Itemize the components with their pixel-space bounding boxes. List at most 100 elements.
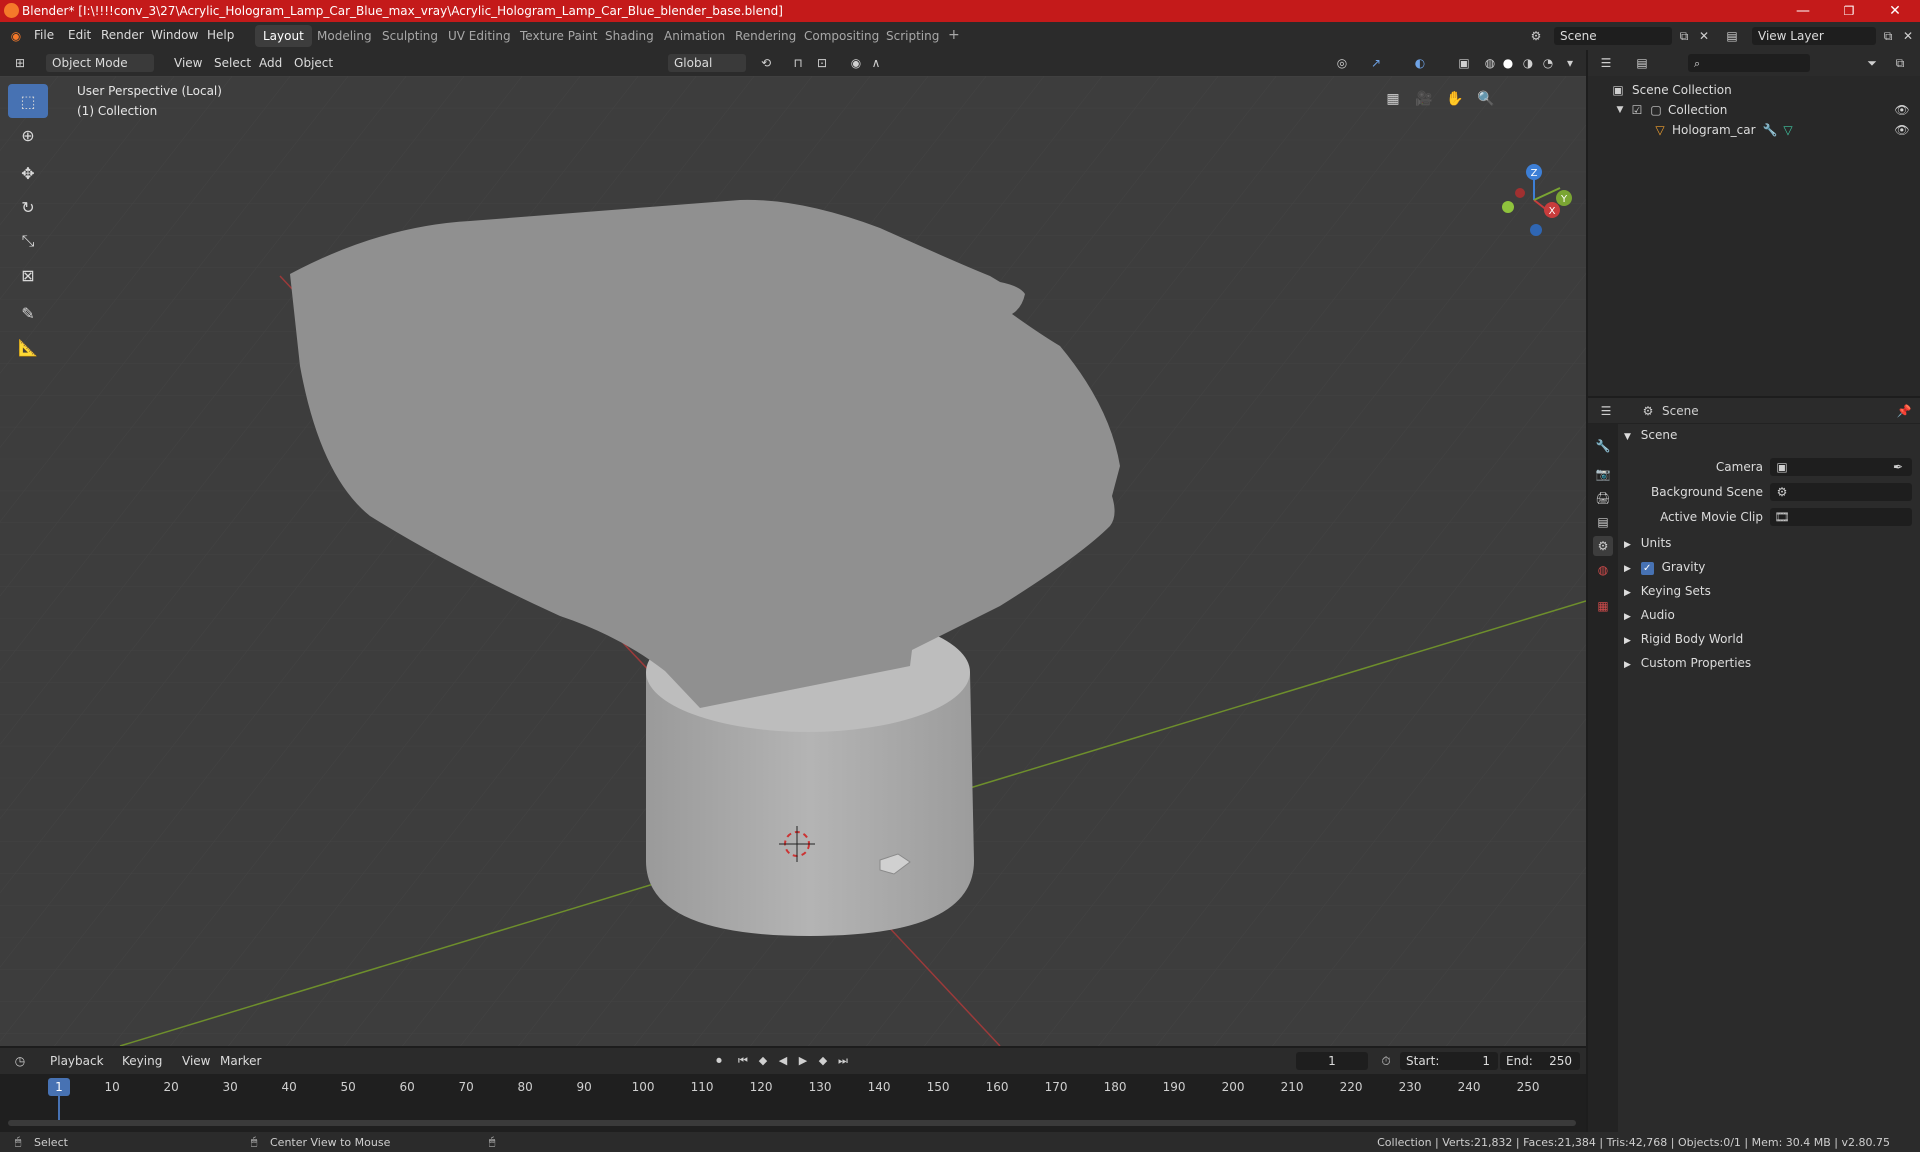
outliner-search-input[interactable]: ⌕ xyxy=(1688,54,1810,72)
tab-shading[interactable]: Shading xyxy=(597,25,662,47)
mode-dropdown[interactable]: Object Mode xyxy=(46,54,154,72)
gizmo-neg-y-handle[interactable] xyxy=(1502,201,1514,213)
tab-scripting[interactable]: Scripting xyxy=(878,25,947,47)
new-collection-icon[interactable]: ⧉ xyxy=(1892,55,1908,71)
tab-animation[interactable]: Animation xyxy=(656,25,733,47)
modifier-wrench-icon[interactable]: 🔧 xyxy=(1762,122,1778,138)
add-workspace-button[interactable]: + xyxy=(942,25,966,47)
3d-viewport[interactable]: Z X Y ⬚ ⊕ ✥ ↻ ⤡ ⊠ ✎ 📐 User Perspective (… xyxy=(0,76,1586,1046)
solid-shading-icon[interactable]: ● xyxy=(1500,55,1516,71)
tab-sculpting[interactable]: Sculpting xyxy=(374,25,446,47)
tab-compositing[interactable]: Compositing xyxy=(796,25,887,47)
tab-texture-paint[interactable]: Texture Paint xyxy=(512,25,605,47)
collection-visibility-eye-icon[interactable]: 👁 xyxy=(1894,102,1910,118)
record-button[interactable]: ⏺ xyxy=(710,1053,728,1069)
current-frame-field[interactable]: 1 xyxy=(1296,1052,1368,1070)
tab-uv-editing[interactable]: UV Editing xyxy=(440,25,519,47)
timeline-ruler[interactable]: 1 10 20 30 40 50 60 70 80 90 100 110 120 130 140 150 160… xyxy=(0,1074,1586,1132)
rigid-body-world-panel-header[interactable]: ▶ Rigid Body World xyxy=(1624,632,1743,654)
new-view-layer-icon[interactable]: ⧉ xyxy=(1880,28,1896,44)
tab-layout[interactable]: Layout xyxy=(255,25,312,47)
camera-field[interactable]: ▣ ✒ xyxy=(1770,458,1912,476)
overlay-icon[interactable]: ◐ xyxy=(1412,55,1428,71)
shading-options-icon[interactable]: ▾ xyxy=(1562,55,1578,71)
pivot-icon[interactable]: ⟲ xyxy=(758,55,774,71)
tab-modeling[interactable]: Modeling xyxy=(309,25,380,47)
texture-tab-icon[interactable]: ▦ xyxy=(1593,596,1613,616)
output-tab-icon[interactable]: 🖨 xyxy=(1593,488,1613,508)
marker-menu[interactable]: Marker xyxy=(214,1052,267,1070)
menu-edit[interactable]: Edit xyxy=(68,28,91,42)
outliner-editor-type-icon[interactable]: ☰ xyxy=(1598,55,1614,71)
outliner-row-hologram-car[interactable]: ▽ Hologram_car 🔧 ▽ 👁 xyxy=(1588,120,1920,140)
units-panel-header[interactable]: ▶ Units xyxy=(1624,536,1671,558)
pin-icon[interactable]: 📌 xyxy=(1896,403,1912,419)
rotate-tool[interactable]: ↻ xyxy=(8,190,48,224)
annotate-tool[interactable]: ✎ xyxy=(8,296,48,330)
material-shading-icon[interactable]: ◑ xyxy=(1520,55,1536,71)
expand-arrow-icon[interactable]: ▼ xyxy=(1612,102,1628,118)
display-mode-icon[interactable]: ▤ xyxy=(1634,55,1650,71)
object-visibility-eye-icon[interactable]: 👁 xyxy=(1894,122,1910,138)
menu-file[interactable]: File xyxy=(34,28,54,42)
close-button[interactable]: ✕ xyxy=(1872,0,1918,22)
background-scene-field[interactable]: ⚙ xyxy=(1770,483,1912,501)
editor-type-icon[interactable]: ⊞ xyxy=(12,55,28,71)
add-menu[interactable]: Add xyxy=(253,54,288,72)
view-layer-tab-icon[interactable]: ▤ xyxy=(1593,512,1613,532)
active-movie-clip-field[interactable]: 🎞 xyxy=(1770,508,1912,526)
new-scene-icon[interactable]: ⧉ xyxy=(1676,28,1692,44)
select-menu[interactable]: Select xyxy=(208,54,257,72)
scale-tool[interactable]: ⤡ xyxy=(8,224,48,258)
outliner-row-collection[interactable]: ▼ ☑ ▢ Collection 👁 xyxy=(1588,100,1920,120)
menu-window[interactable]: Window xyxy=(151,28,198,42)
rendered-shading-icon[interactable]: ◔ xyxy=(1540,55,1556,71)
start-frame-field[interactable]: Start: 1 xyxy=(1400,1052,1498,1070)
timeline-view-menu[interactable]: View xyxy=(176,1052,216,1070)
gravity-panel-header[interactable]: ▶ ✓ Gravity xyxy=(1624,560,1705,582)
blender-menu-icon[interactable]: ◉ xyxy=(8,28,24,44)
tab-rendering[interactable]: Rendering xyxy=(727,25,804,47)
remove-view-layer-icon[interactable]: ✕ xyxy=(1900,28,1916,44)
jump-end-button[interactable]: ⏭ xyxy=(834,1053,852,1069)
filter-icon[interactable]: ⏷ xyxy=(1864,55,1880,71)
keying-sets-panel-header[interactable]: ▶ Keying Sets xyxy=(1624,584,1711,606)
keying-menu[interactable]: Keying xyxy=(116,1052,168,1070)
playback-menu[interactable]: Playback xyxy=(44,1052,110,1070)
object-menu[interactable]: Object xyxy=(288,54,339,72)
maximize-button[interactable]: ❐ xyxy=(1826,0,1872,22)
end-frame-field[interactable]: End: 250 xyxy=(1500,1052,1580,1070)
gizmo-neg-z-handle[interactable] xyxy=(1530,224,1542,236)
mesh-data-icon[interactable]: ▽ xyxy=(1780,122,1796,138)
xray-icon[interactable]: ▣ xyxy=(1456,55,1472,71)
transform-orientation-dropdown[interactable]: Global xyxy=(668,54,746,72)
proportional-edit-icon[interactable]: ◉ xyxy=(848,55,864,71)
remove-scene-icon[interactable]: ✕ xyxy=(1696,28,1712,44)
camera-view-icon[interactable]: 🎥 xyxy=(1411,86,1437,112)
transform-tool[interactable]: ⊠ xyxy=(8,258,48,292)
cursor-tool[interactable]: ⊕ xyxy=(8,118,48,152)
eyedropper-icon[interactable]: ✒ xyxy=(1890,459,1906,475)
outliner-row-scene-collection[interactable]: ▣ Scene Collection xyxy=(1588,80,1920,100)
properties-editor-type-icon[interactable]: ☰ xyxy=(1598,403,1614,419)
zoom-view-icon[interactable]: 🔍 xyxy=(1473,86,1499,112)
gizmo-icon[interactable]: ↗ xyxy=(1368,55,1384,71)
scene-panel-header[interactable]: ▼ Scene xyxy=(1624,428,1677,450)
snap-icon[interactable]: ⊓ xyxy=(790,55,806,71)
next-keyframe-button[interactable]: ◆ xyxy=(814,1053,832,1069)
timeline-editor-type-icon[interactable]: ◷ xyxy=(12,1053,28,1069)
play-button[interactable]: ▶ xyxy=(794,1053,812,1069)
collection-checkbox-icon[interactable]: ☑ xyxy=(1629,102,1645,118)
minimize-button[interactable]: — xyxy=(1780,0,1826,22)
render-tab-icon[interactable]: 📷 xyxy=(1593,464,1613,484)
gizmo-neg-x-handle[interactable] xyxy=(1515,188,1525,198)
pan-view-icon[interactable]: ✋ xyxy=(1442,86,1468,112)
move-tool[interactable]: ✥ xyxy=(8,156,48,190)
select-box-tool[interactable]: ⬚ xyxy=(8,84,48,118)
view-menu[interactable]: View xyxy=(168,54,208,72)
falloff-icon[interactable]: ∧ xyxy=(868,55,884,71)
scene-tab-icon[interactable]: ⚙ xyxy=(1593,536,1613,556)
view-layer-field[interactable]: View Layer xyxy=(1752,27,1876,45)
gravity-checkbox[interactable]: ✓ xyxy=(1640,562,1654,575)
toggle-grid-view-icon[interactable]: ▦ xyxy=(1380,86,1406,112)
